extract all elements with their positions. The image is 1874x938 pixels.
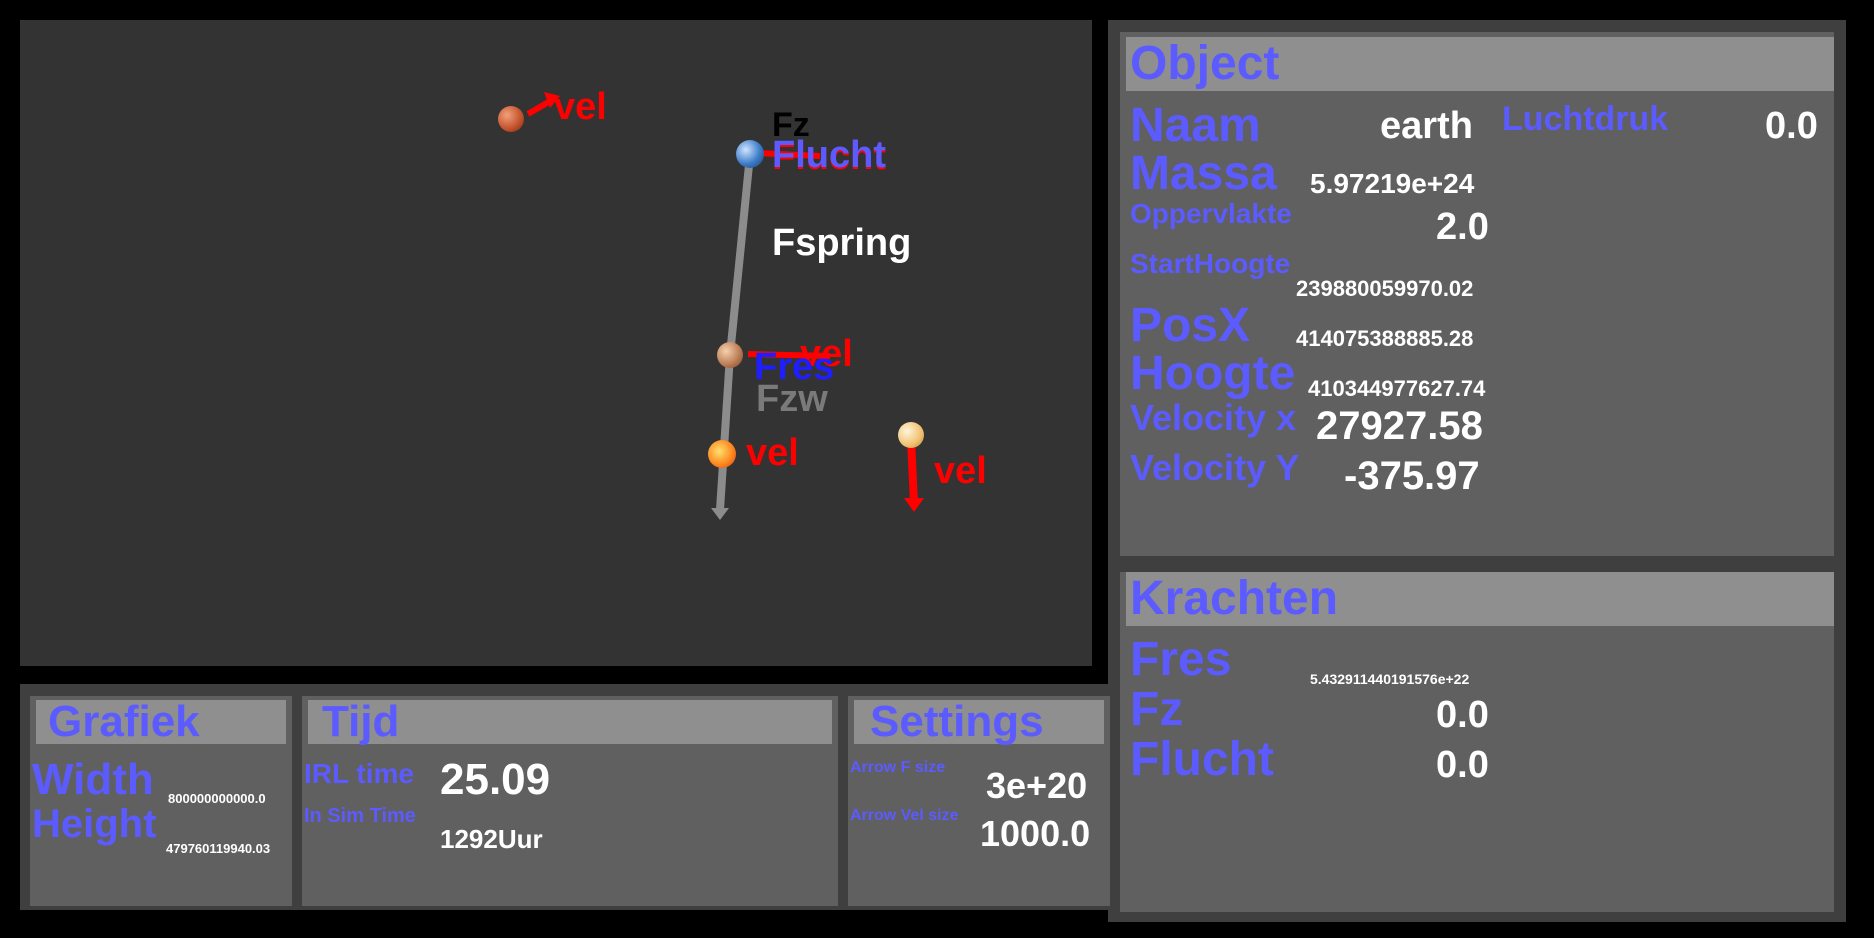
- vel-label-1: vel: [554, 86, 607, 128]
- krachten-panel-title: Krachten: [1126, 572, 1834, 626]
- irl-time-label: IRL time: [304, 758, 414, 789]
- vel-label-4: vel: [934, 450, 987, 492]
- planet-earth[interactable]: [736, 140, 764, 168]
- planet-mars[interactable]: [498, 106, 524, 132]
- arrow-vel-size-label: Arrow Vel size: [850, 807, 959, 824]
- arrow-f-size-value[interactable]: 3e+20: [986, 768, 1087, 804]
- posx-value: 414075388885.28: [1296, 326, 1474, 351]
- fz-force-value: 0.0: [1436, 694, 1489, 736]
- flucht-force-value: 0.0: [1436, 744, 1489, 786]
- starthoogte-value: 239880059970.02: [1296, 276, 1474, 301]
- sim-time-value: 1292Uur: [440, 824, 543, 854]
- naam-value: earth: [1380, 105, 1473, 147]
- vel-arrow-4: [907, 439, 918, 503]
- velocity-y-value: -375.97: [1344, 454, 1480, 498]
- fz-force-label: Fz: [1130, 683, 1184, 736]
- krachten-panel: Krachten Fres 5.432911440191576e+22 Fz 0…: [1108, 560, 1846, 922]
- planet-sun[interactable]: [708, 440, 736, 468]
- krachten-panel-body: Krachten Fres 5.432911440191576e+22 Fz 0…: [1120, 572, 1834, 912]
- massa-value: 5.97219e+24: [1310, 168, 1475, 199]
- grafiek-panel: Grafiek Width 800000000000.0 Height 4797…: [30, 696, 292, 906]
- tijd-panel-title: Tijd: [308, 700, 832, 744]
- massa-label: Massa: [1130, 147, 1277, 200]
- object-panel-title: Object: [1126, 37, 1834, 91]
- flucht-force-label: Flucht: [1130, 733, 1274, 786]
- object-panel: Object Naam earth Luchtdruk 0.0 Massa 5.…: [1108, 20, 1846, 566]
- arrow-f-size-label: Arrow F size: [850, 759, 946, 776]
- tijd-panel: Tijd IRL time 25.09 In Sim Time 1292Uur: [302, 696, 838, 906]
- width-label: Width: [32, 755, 154, 804]
- height-value: 479760119940.03: [166, 841, 271, 856]
- settings-panel-title: Settings: [854, 700, 1104, 744]
- flucht-label-blue: Flucht: [772, 134, 886, 176]
- height-label: Height: [32, 802, 157, 846]
- vel-label-3: vel: [746, 432, 799, 474]
- object-panel-body: Object Naam earth Luchtdruk 0.0 Massa 5.…: [1120, 32, 1834, 556]
- naam-label: Naam: [1130, 99, 1261, 152]
- oppervlakte-value: 2.0: [1436, 206, 1489, 248]
- hoogte-value: 410344977627.74: [1308, 376, 1486, 401]
- vel-arrow-4-head: [904, 498, 924, 512]
- settings-panel: Settings Arrow F size 3e+20 Arrow Vel si…: [848, 696, 1110, 906]
- luchtdruk-label: Luchtdruk: [1502, 100, 1669, 138]
- irl-time-value: 25.09: [440, 755, 551, 804]
- fspring-label: Fspring: [772, 222, 912, 264]
- velocity-y-label: Velocity Y: [1130, 447, 1300, 488]
- velocity-x-label: Velocity x: [1130, 397, 1297, 438]
- width-value: 800000000000.0: [168, 791, 266, 806]
- planet-venus[interactable]: [717, 342, 743, 368]
- oppervlakte-label: Oppervlakte: [1130, 198, 1292, 229]
- luchtdruk-value: 0.0: [1765, 105, 1818, 147]
- hoogte-label: Hoogte: [1130, 347, 1296, 400]
- trajectory-arrowhead: [711, 508, 729, 520]
- grafiek-panel-title: Grafiek: [36, 700, 286, 744]
- velocity-x-value: 27927.58: [1316, 404, 1483, 448]
- fres-force-value: 5.432911440191576e+22: [1310, 671, 1470, 687]
- simulation-canvas[interactable]: vel Fz Flucht Flucht Fspring vel Fres Fz…: [20, 20, 1092, 666]
- fres-force-label: Fres: [1130, 633, 1232, 686]
- trajectory-line: [716, 354, 734, 511]
- arrow-vel-size-value[interactable]: 1000.0: [980, 816, 1090, 852]
- fzw-label: Fzw: [756, 378, 828, 420]
- posx-label: PosX: [1130, 299, 1251, 352]
- starthoogte-label: StartHoogte: [1130, 248, 1291, 279]
- sim-time-label: In Sim Time: [304, 805, 416, 827]
- spring-line: [726, 154, 754, 356]
- planet-moon[interactable]: [898, 422, 924, 448]
